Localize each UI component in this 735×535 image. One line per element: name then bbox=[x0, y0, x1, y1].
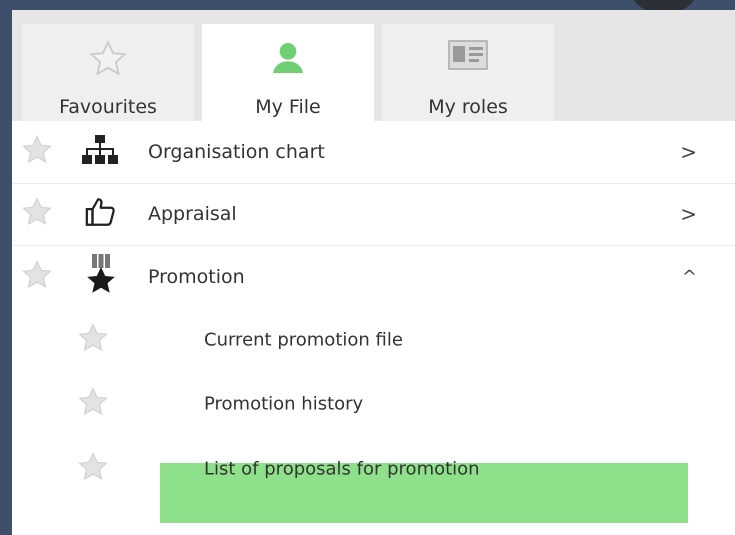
favourite-star-icon[interactable] bbox=[76, 450, 110, 488]
id-card-icon bbox=[447, 38, 489, 76]
submenu-item-label: List of proposals for promotion bbox=[204, 458, 480, 480]
submenu-item-list-of-proposals[interactable]: List of proposals for promotion bbox=[12, 438, 735, 500]
menu-item-appraisal[interactable]: Appraisal > bbox=[12, 183, 735, 246]
person-icon bbox=[268, 38, 308, 82]
menu-item-promotion[interactable]: Promotion ^ bbox=[12, 246, 735, 308]
navigation-panel: Favourites My File My roles Organisation… bbox=[12, 10, 735, 535]
favourite-star-icon[interactable] bbox=[76, 321, 110, 359]
medal-icon bbox=[84, 254, 118, 300]
submenu-item-current-promotion-file[interactable]: Current promotion file bbox=[12, 309, 735, 371]
tab-favourites[interactable]: Favourites bbox=[22, 24, 194, 121]
favourite-star-icon[interactable] bbox=[20, 195, 54, 233]
menu-item-label: Appraisal bbox=[148, 203, 237, 225]
star-outline-icon bbox=[87, 38, 129, 84]
tab-bar: Favourites My File My roles bbox=[12, 10, 735, 124]
submenu-item-promotion-history[interactable]: Promotion history bbox=[12, 373, 735, 435]
tab-my-file[interactable]: My File bbox=[202, 24, 374, 124]
thumbs-up-icon bbox=[84, 195, 118, 233]
submenu-item-label: Current promotion file bbox=[204, 329, 403, 351]
tab-my-roles[interactable]: My roles bbox=[382, 24, 554, 121]
tab-my-file-label: My File bbox=[255, 96, 321, 118]
submenu-item-label: Promotion history bbox=[204, 393, 364, 415]
favourite-star-icon[interactable] bbox=[20, 133, 54, 171]
chevron-right-icon: > bbox=[680, 202, 697, 226]
chevron-up-icon: ^ bbox=[681, 266, 697, 288]
menu-item-label: Organisation chart bbox=[148, 141, 325, 163]
favourite-star-icon[interactable] bbox=[76, 385, 110, 423]
tab-my-roles-label: My roles bbox=[428, 96, 508, 118]
menu-item-organisation-chart[interactable]: Organisation chart > bbox=[12, 121, 735, 184]
favourite-star-icon[interactable] bbox=[20, 258, 54, 296]
tab-favourites-label: Favourites bbox=[59, 96, 157, 118]
org-chart-icon bbox=[82, 133, 118, 171]
chevron-right-icon: > bbox=[680, 140, 697, 164]
menu-item-label: Promotion bbox=[148, 266, 245, 288]
